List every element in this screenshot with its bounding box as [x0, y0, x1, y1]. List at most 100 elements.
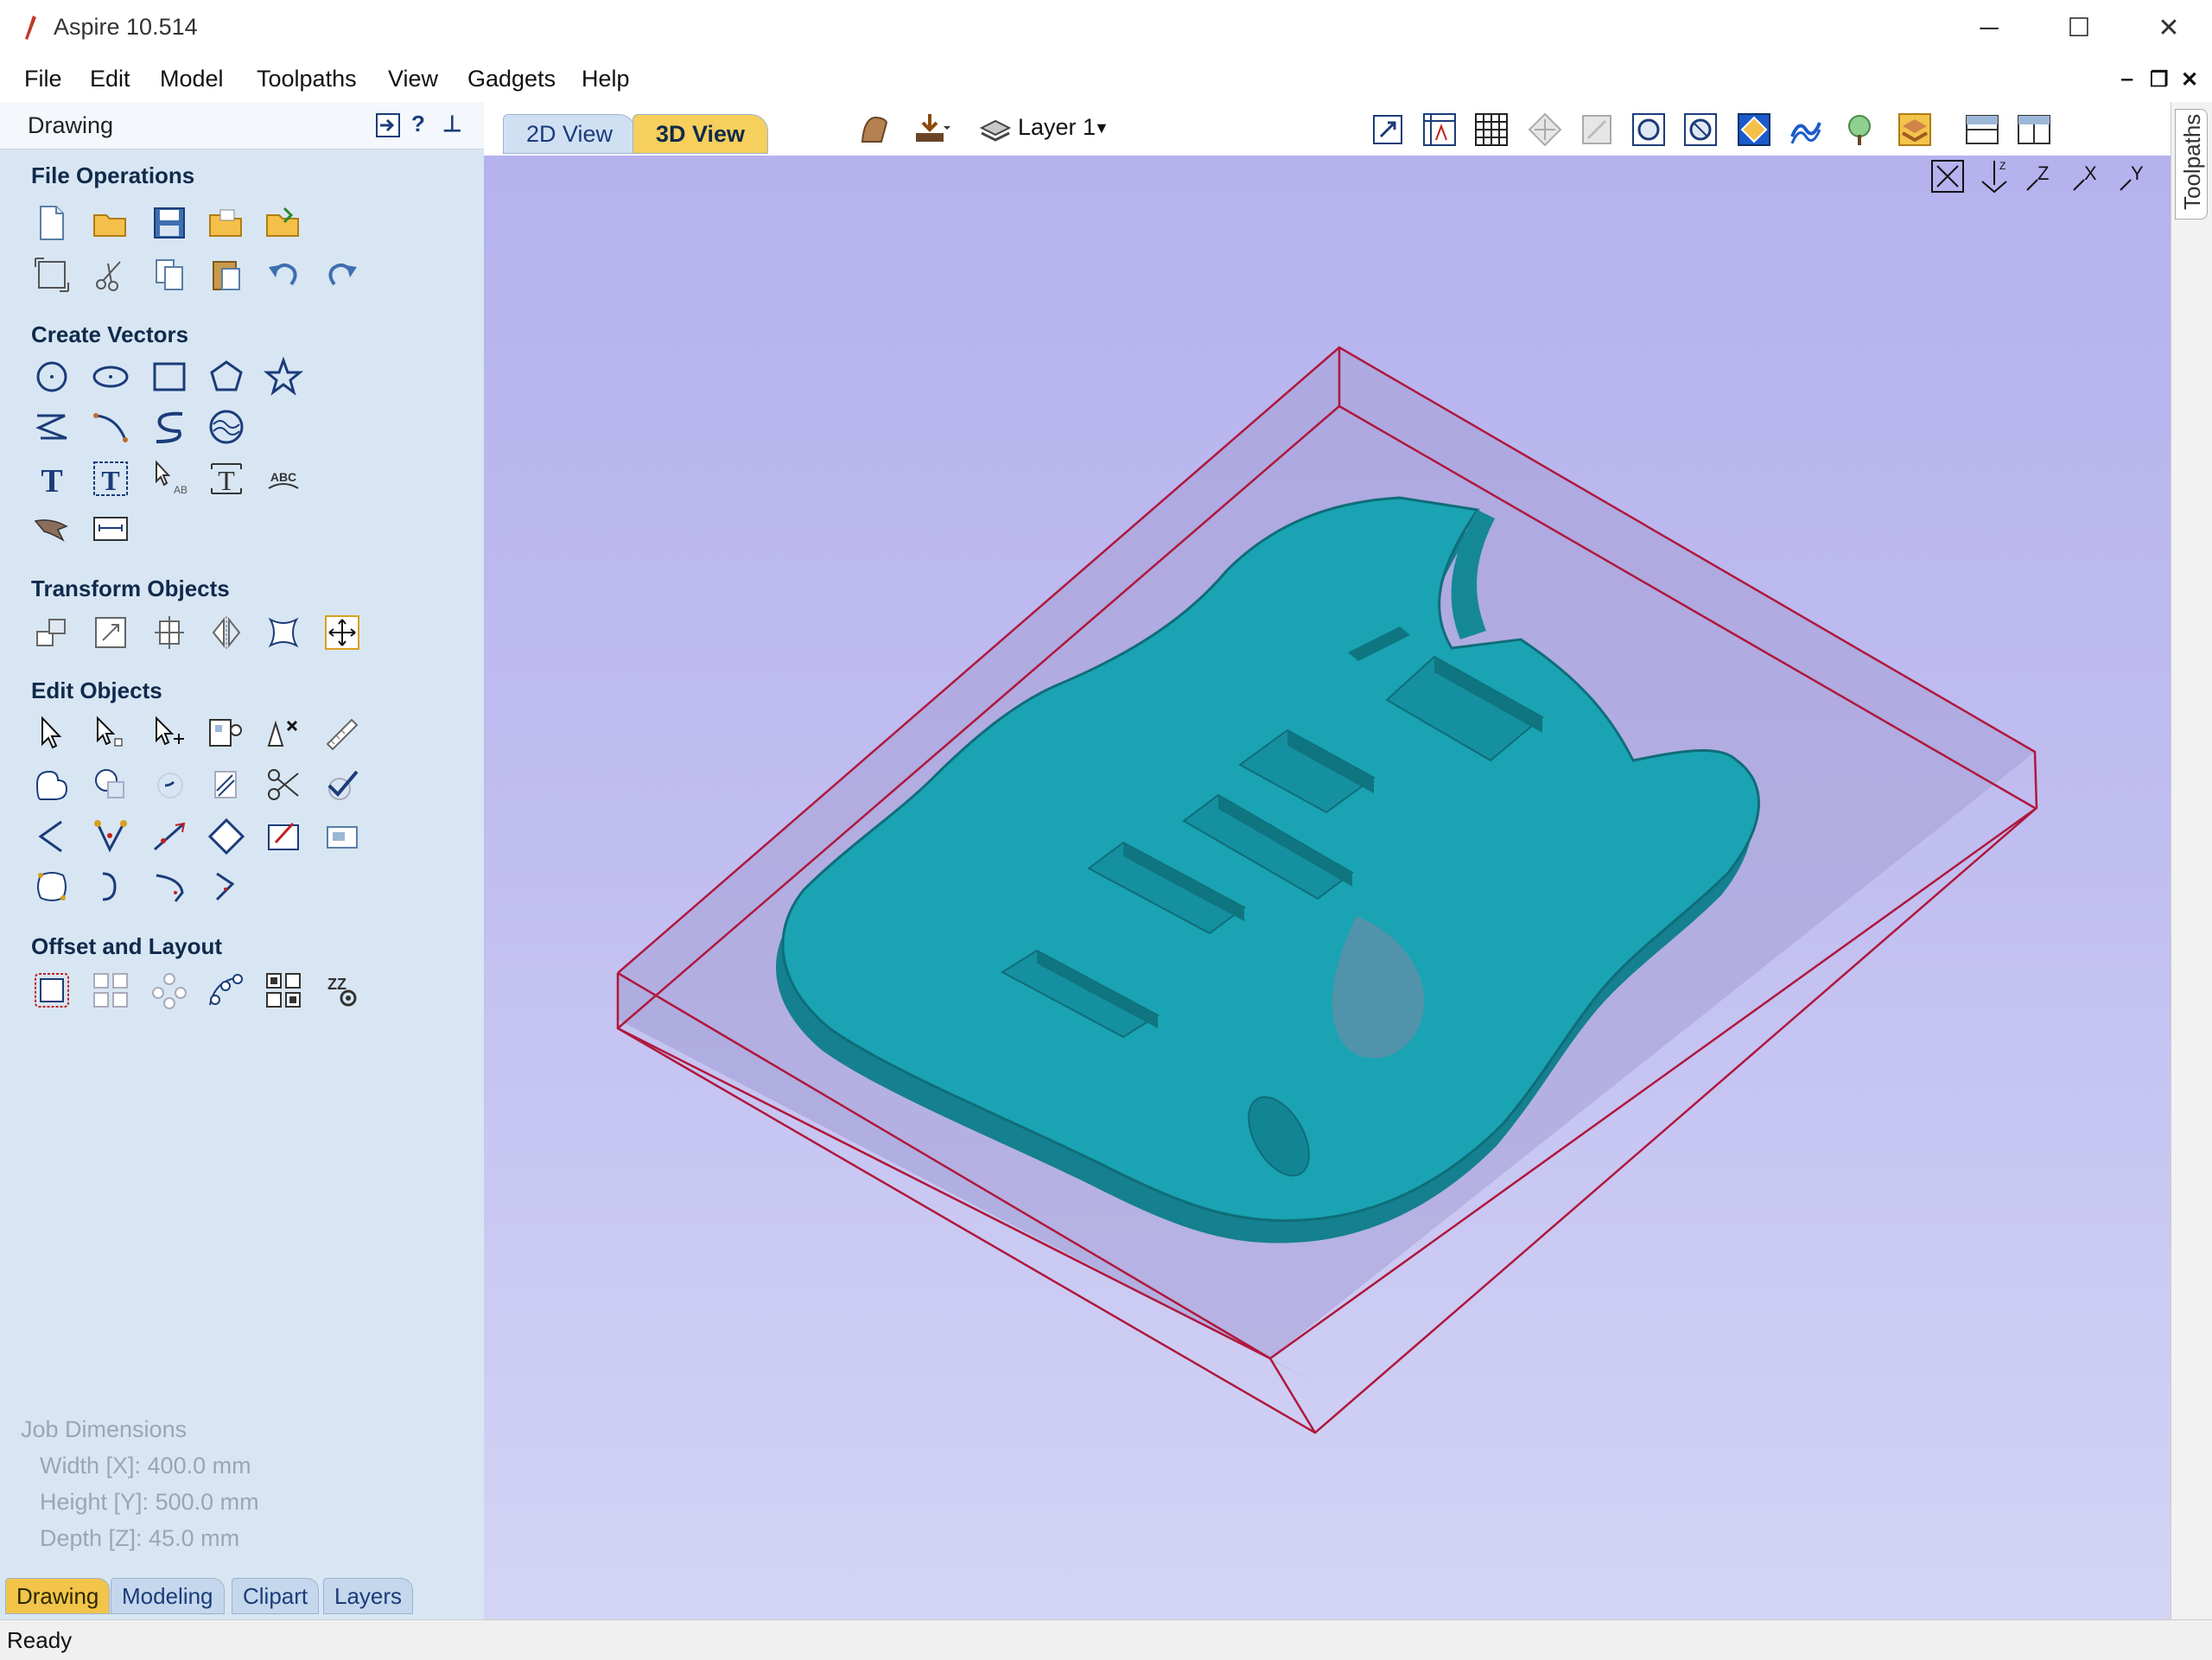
fit-curves-button[interactable]	[204, 404, 249, 449]
trim-button[interactable]	[261, 762, 306, 807]
edit-vector-button[interactable]	[261, 814, 306, 859]
bracket-left-button[interactable]	[88, 864, 133, 909]
group-button[interactable]	[204, 710, 249, 755]
open-job-button[interactable]	[204, 200, 249, 245]
draw-polygon-button[interactable]	[204, 354, 249, 399]
join-vectors-button[interactable]	[88, 814, 133, 859]
view-top-button[interactable]	[1576, 109, 1618, 150]
vector-texture-button[interactable]	[320, 814, 365, 859]
paste-button[interactable]	[204, 252, 249, 297]
import-model-button[interactable]	[911, 109, 952, 150]
ungroup-button[interactable]	[261, 710, 306, 755]
menu-model[interactable]: Model	[160, 66, 224, 92]
toolpath-preview-button[interactable]	[1785, 109, 1827, 150]
cut-button[interactable]	[88, 252, 133, 297]
split-horizontal-button[interactable]	[1961, 109, 2003, 150]
minimize-button[interactable]: ─	[1944, 0, 2034, 57]
smooth-curve-button[interactable]	[29, 864, 74, 909]
menu-help[interactable]: Help	[582, 66, 630, 92]
new-file-button[interactable]	[29, 200, 74, 245]
mirror-button[interactable]	[204, 610, 249, 655]
auto-layout-button[interactable]: ZZ	[320, 968, 365, 1013]
mdi-minimize-button[interactable]: ‒	[2121, 67, 2133, 92]
curve-fit-button[interactable]	[320, 762, 365, 807]
draw-text-button[interactable]: T	[29, 456, 74, 501]
circular-array-button[interactable]	[147, 968, 192, 1013]
mdi-close-button[interactable]: ✕	[2181, 67, 2198, 92]
view-z-down-icon[interactable]: Z	[1974, 156, 2015, 197]
draw-rectangle-button[interactable]	[147, 354, 192, 399]
draw-ellipse-button[interactable]	[88, 354, 133, 399]
show-grid-button[interactable]	[1471, 109, 1512, 150]
overlap-button[interactable]	[204, 762, 249, 807]
toolpaths-tab[interactable]: Toolpaths	[2175, 109, 2208, 219]
panel-close-arrow-icon[interactable]	[375, 112, 401, 138]
dimensions-button[interactable]	[88, 506, 133, 551]
chevron-down-icon[interactable]: ▼	[1094, 119, 1109, 137]
tab-3d-view[interactable]: 3D View	[632, 114, 769, 154]
lighting-button[interactable]	[1839, 109, 1880, 150]
iso-view-icon[interactable]	[1927, 156, 1968, 197]
maximize-button[interactable]: ☐	[2034, 0, 2124, 57]
rotate-button[interactable]	[147, 610, 192, 655]
menu-file[interactable]: File	[24, 66, 62, 92]
draw-arc-button[interactable]	[147, 404, 192, 449]
draw-curve-button[interactable]	[88, 404, 133, 449]
save-file-button[interactable]	[147, 200, 192, 245]
bracket-right-button[interactable]	[204, 864, 249, 909]
nesting-button[interactable]	[261, 968, 306, 1013]
view-x-icon[interactable]: X	[2067, 156, 2108, 197]
array-copy-button[interactable]	[88, 968, 133, 1013]
mdi-restore-button[interactable]: ❐	[2150, 67, 2169, 92]
trace-bitmap-button[interactable]	[29, 506, 74, 551]
3d-viewport[interactable]: Z Z X Y	[484, 156, 2171, 1619]
intersect-button[interactable]	[147, 762, 192, 807]
menu-toolpaths[interactable]: Toolpaths	[257, 66, 357, 92]
move-button[interactable]	[29, 610, 74, 655]
text-arc-button[interactable]: T	[204, 456, 249, 501]
layer-button[interactable]	[975, 109, 1016, 150]
draw-star-button[interactable]	[261, 354, 306, 399]
menu-gadgets[interactable]: Gadgets	[467, 66, 556, 92]
draw-circle-button[interactable]	[29, 354, 74, 399]
menu-view[interactable]: View	[388, 66, 438, 92]
zoom-in-button[interactable]	[1628, 109, 1669, 150]
scale-button[interactable]	[88, 610, 133, 655]
view-z-icon[interactable]: Z	[2020, 156, 2062, 197]
subtract-button[interactable]	[88, 762, 133, 807]
panel-help-button[interactable]: ?	[411, 111, 425, 137]
copy-button[interactable]	[147, 252, 192, 297]
zoom-to-fit-button[interactable]	[1367, 109, 1408, 150]
draw-polyline-button[interactable]	[29, 404, 74, 449]
weld-button[interactable]	[29, 762, 74, 807]
tab-layers[interactable]: Layers	[323, 1578, 414, 1614]
tab-drawing[interactable]: Drawing	[5, 1578, 111, 1614]
layer-dropdown[interactable]: Layer 1	[1018, 114, 1096, 141]
undo-button[interactable]	[261, 252, 306, 297]
material-block-button[interactable]	[1894, 109, 1936, 150]
open-file-button[interactable]	[88, 200, 133, 245]
fillet-button[interactable]	[29, 814, 74, 859]
close-vectors-button[interactable]	[204, 814, 249, 859]
material-setup-button[interactable]	[854, 109, 895, 150]
show-rulers-button[interactable]	[1419, 109, 1460, 150]
distort-button[interactable]	[261, 610, 306, 655]
snap-button[interactable]	[1524, 109, 1566, 150]
offset-button[interactable]	[29, 968, 74, 1013]
tab-clipart[interactable]: Clipart	[232, 1578, 320, 1614]
split-vertical-button[interactable]	[2013, 109, 2055, 150]
measure-button[interactable]	[320, 710, 365, 755]
auto-layout-text-button[interactable]: T	[88, 456, 133, 501]
extend-button[interactable]	[147, 814, 192, 859]
align-button[interactable]	[320, 610, 365, 655]
bracket-curve-button[interactable]	[147, 864, 192, 909]
copy-along-vector-button[interactable]	[204, 968, 249, 1013]
redo-button[interactable]	[320, 252, 365, 297]
zoom-out-button[interactable]	[1680, 109, 1721, 150]
close-button[interactable]: ✕	[2124, 0, 2212, 57]
select-button[interactable]	[29, 710, 74, 755]
text-warp-button[interactable]: ABC	[261, 456, 306, 501]
panel-pin-button[interactable]: ⊥	[442, 111, 462, 137]
view-y-icon[interactable]: Y	[2113, 156, 2155, 197]
text-on-curve-button[interactable]: AB	[147, 456, 192, 501]
